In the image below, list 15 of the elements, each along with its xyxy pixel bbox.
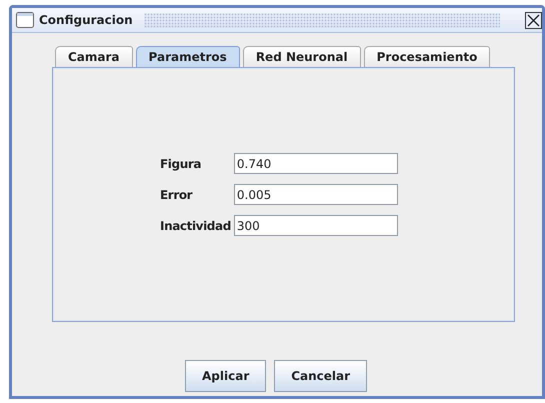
tab[interactable]: Parametros bbox=[136, 46, 240, 67]
field-label: Error bbox=[160, 188, 194, 202]
input-field[interactable]: 300 bbox=[234, 215, 398, 236]
tab[interactable]: Camara bbox=[55, 46, 133, 67]
input-field[interactable]: 0.005 bbox=[234, 184, 398, 205]
close-button[interactable] bbox=[525, 12, 542, 28]
window-title: Configuracion bbox=[39, 13, 133, 27]
tab[interactable]: Procesamiento bbox=[364, 46, 490, 67]
tab[interactable]: Red Neuronal bbox=[242, 46, 361, 67]
field-label: Figura bbox=[160, 156, 202, 170]
cancel-button[interactable]: Cancelar bbox=[274, 360, 368, 392]
field-label: Inactividad bbox=[160, 218, 231, 232]
apply-button[interactable]: Aplicar bbox=[185, 360, 266, 392]
window-icon bbox=[16, 12, 34, 28]
input-field[interactable]: 0.740 bbox=[234, 153, 398, 174]
